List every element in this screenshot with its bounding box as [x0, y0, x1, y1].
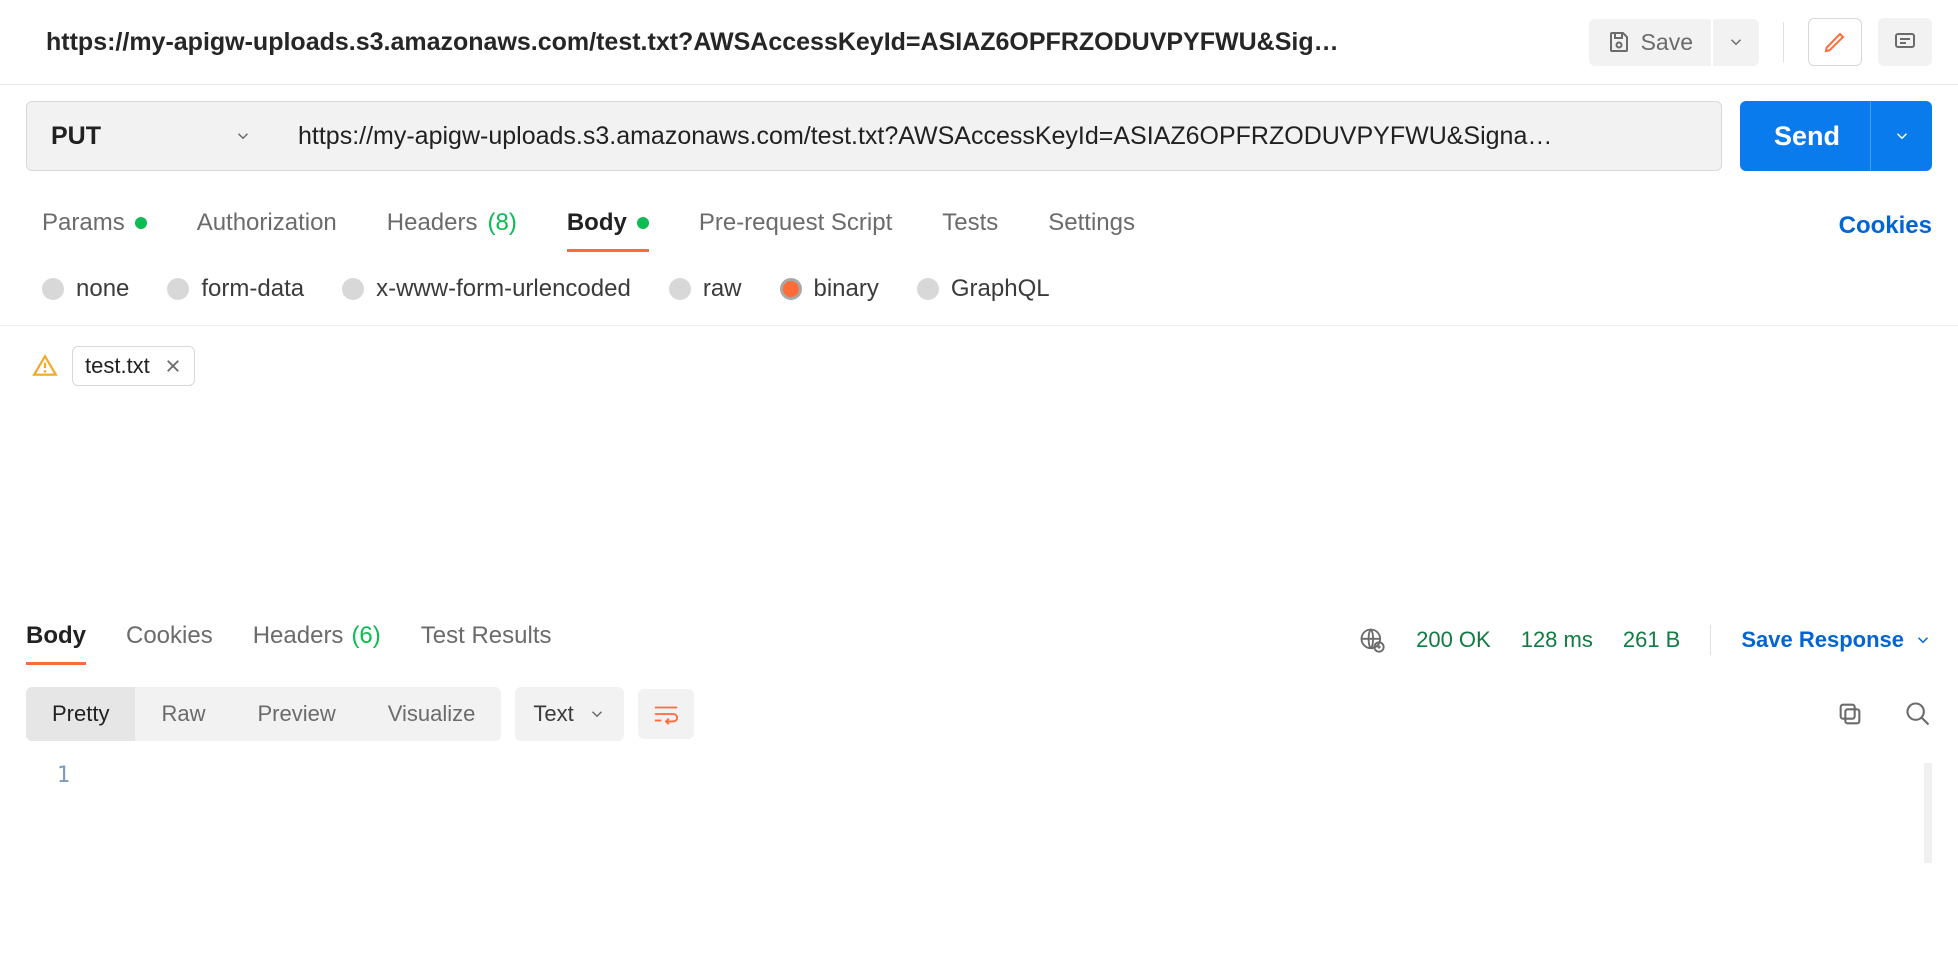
status-time: 128 ms [1521, 627, 1593, 653]
file-name: test.txt [85, 353, 150, 379]
method-select[interactable]: PUT [26, 101, 274, 171]
send-label: Send [1774, 121, 1870, 152]
body-type-raw-label: raw [703, 275, 742, 303]
body-type-raw[interactable]: raw [669, 275, 742, 303]
body-type-form-data[interactable]: form-data [167, 275, 304, 303]
chevron-down-icon [1893, 127, 1911, 145]
tab-params-label: Params [42, 209, 125, 237]
status-size: 261 B [1623, 627, 1681, 653]
network-icon[interactable] [1358, 626, 1386, 654]
search-icon[interactable] [1904, 700, 1932, 728]
file-chip[interactable]: test.txt [72, 346, 195, 386]
divider [1783, 22, 1784, 62]
tab-params[interactable]: Params [42, 199, 147, 252]
body-type-graphql-label: GraphQL [951, 275, 1050, 303]
chevron-down-icon [1914, 631, 1932, 649]
chevron-down-icon [1727, 33, 1745, 51]
view-mode-raw[interactable]: Raw [135, 687, 231, 741]
save-response-button[interactable]: Save Response [1741, 627, 1932, 653]
send-button[interactable]: Send [1740, 101, 1932, 171]
response-type-value: Text [533, 701, 573, 727]
wrap-icon [653, 703, 679, 725]
comment-icon [1893, 30, 1917, 54]
radio-icon [167, 278, 189, 300]
view-mode-visualize[interactable]: Visualize [362, 687, 502, 741]
view-mode-group: Pretty Raw Preview Visualize [26, 687, 501, 741]
cookies-link[interactable]: Cookies [1839, 212, 1932, 240]
response-tab-headers-count: (6) [351, 622, 380, 650]
chevron-down-icon [234, 127, 252, 145]
body-type-urlencoded[interactable]: x-www-form-urlencoded [342, 275, 631, 303]
url-input[interactable]: https://my-apigw-uploads.s3.amazonaws.co… [274, 101, 1722, 171]
edit-button[interactable] [1808, 18, 1862, 66]
response-tab-headers[interactable]: Headers (6) [253, 614, 381, 665]
save-button[interactable]: Save [1589, 19, 1711, 66]
tab-authorization[interactable]: Authorization [197, 199, 337, 252]
radio-icon [342, 278, 364, 300]
close-icon[interactable] [164, 357, 182, 375]
radio-icon [42, 278, 64, 300]
comments-button[interactable] [1878, 18, 1932, 66]
tab-settings[interactable]: Settings [1048, 199, 1135, 252]
tab-headers-count: (8) [488, 209, 517, 237]
wrap-lines-button[interactable] [638, 689, 694, 739]
tab-headers[interactable]: Headers (8) [387, 199, 517, 252]
divider [1710, 625, 1711, 655]
body-type-binary[interactable]: binary [780, 275, 879, 303]
view-mode-preview[interactable]: Preview [231, 687, 361, 741]
dot-indicator-icon [135, 217, 147, 229]
tab-headers-label: Headers [387, 209, 478, 237]
dot-indicator-icon [637, 217, 649, 229]
body-type-form-data-label: form-data [201, 275, 304, 303]
response-body-text[interactable] [86, 763, 1932, 863]
response-tab-body[interactable]: Body [26, 614, 86, 665]
body-type-urlencoded-label: x-www-form-urlencoded [376, 275, 631, 303]
body-type-binary-label: binary [814, 275, 879, 303]
request-title: https://my-apigw-uploads.s3.amazonaws.co… [46, 28, 1589, 57]
body-type-none[interactable]: none [42, 275, 129, 303]
body-type-none-label: none [76, 275, 129, 303]
send-dropdown[interactable] [1870, 101, 1932, 171]
response-tab-headers-label: Headers [253, 622, 344, 650]
radio-icon [917, 278, 939, 300]
pencil-icon [1823, 30, 1847, 54]
tab-body-label: Body [567, 209, 627, 237]
copy-icon[interactable] [1836, 700, 1864, 728]
save-label: Save [1641, 29, 1693, 56]
radio-selected-icon [780, 278, 802, 300]
warning-icon [32, 353, 58, 379]
response-tab-test-results[interactable]: Test Results [421, 614, 552, 665]
save-icon [1607, 30, 1631, 54]
chevron-down-icon [588, 705, 606, 723]
save-dropdown-button[interactable] [1713, 19, 1759, 66]
radio-icon [669, 278, 691, 300]
response-tab-cookies[interactable]: Cookies [126, 614, 213, 665]
response-type-select[interactable]: Text [515, 687, 623, 741]
save-response-label: Save Response [1741, 627, 1904, 653]
status-code: 200 OK [1416, 627, 1491, 653]
body-type-graphql[interactable]: GraphQL [917, 275, 1050, 303]
view-mode-pretty[interactable]: Pretty [26, 687, 135, 741]
tab-tests[interactable]: Tests [942, 199, 998, 252]
method-value: PUT [51, 122, 101, 151]
line-number: 1 [26, 763, 86, 863]
tab-prerequest[interactable]: Pre-request Script [699, 199, 892, 252]
tab-body[interactable]: Body [567, 199, 649, 252]
